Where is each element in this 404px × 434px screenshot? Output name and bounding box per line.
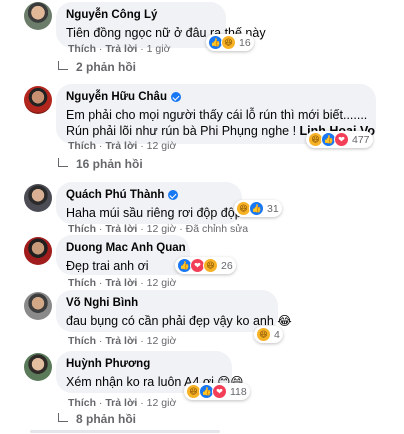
comment-text: Haha múi sầu riêng rơi độp độp... [66, 206, 253, 220]
scroll-divider [30, 430, 220, 433]
timestamp[interactable]: 1 giờ [147, 43, 171, 55]
commenter-name[interactable]: Nguyễn Công Lý [66, 8, 216, 22]
commenter-name[interactable]: Quách Phú Thành [66, 188, 232, 202]
like-link[interactable]: Thích [68, 43, 96, 55]
reaction-count: 31 [267, 202, 279, 215]
comment-text: Đẹp trai anh ơi [66, 259, 149, 273]
reaction-summary[interactable]: 😆 4 [254, 326, 283, 343]
view-replies-link[interactable]: 8 phản hồi [58, 412, 136, 426]
verified-badge-icon [170, 92, 181, 102]
avatar[interactable] [24, 353, 52, 381]
comment-actions: Thích · Trả lời · 12 giờ [68, 335, 177, 347]
like-reaction-icon: 👍 [249, 201, 264, 216]
commenter-name[interactable]: Duong Mac Anh Quan [66, 241, 186, 255]
comment-actions: Thích · Trả lời · 12 giờ · Đã chỉnh sửa [68, 223, 249, 235]
haha-reaction-icon: 😆 [221, 35, 236, 50]
comment-actions: Thích · Trả lời · 12 giờ [68, 397, 177, 409]
comment-actions: Thích · Trả lời · 12 giờ [68, 140, 177, 152]
comment-bubble: Võ Nghi Bình đau bụng có cần phải đẹp vậ… [56, 290, 292, 332]
verified-badge-icon [168, 190, 179, 200]
commenter-name[interactable]: Huỳnh Phương [66, 357, 222, 371]
like-link[interactable]: Thích [68, 335, 96, 347]
reaction-summary[interactable]: 👍 😆 16 [206, 34, 254, 51]
view-replies-link[interactable]: 16 phản hồi [58, 157, 143, 171]
avatar[interactable] [24, 292, 52, 320]
reaction-count: 477 [352, 133, 370, 146]
like-link[interactable]: Thích [68, 397, 96, 409]
reaction-count: 118 [230, 385, 247, 398]
reaction-summary[interactable]: 😆 👍 ❤ 118 [184, 383, 250, 400]
reply-link[interactable]: Trả lời [105, 140, 137, 152]
avatar[interactable] [24, 237, 52, 265]
comment-bubble: Duong Mac Anh Quan Đẹp trai anh ơi [56, 235, 190, 275]
commenter-name[interactable]: Nguyễn Hữu Châu [66, 90, 366, 104]
reply-link[interactable]: Trả lời [105, 43, 137, 55]
reply-arrow-icon [58, 157, 68, 167]
haha-reaction-icon: 😆 [203, 258, 218, 273]
edited-label[interactable]: Đã chỉnh sửa [186, 223, 248, 235]
reply-link[interactable]: Trả lời [105, 223, 137, 235]
commenter-name[interactable]: Võ Nghi Bình [66, 296, 268, 310]
comment-text: đau bụng có cần phải đẹp vậy ko anh 😂 [66, 314, 292, 328]
reaction-count: 16 [239, 36, 251, 49]
comment-text: Tiên đồng ngọc nữ ở đâu ra thế này [66, 26, 266, 40]
timestamp[interactable]: 12 giờ [147, 277, 177, 289]
like-link[interactable]: Thích [68, 277, 96, 289]
love-reaction-icon: ❤ [212, 384, 227, 399]
love-reaction-icon: ❤ [334, 132, 349, 147]
reply-link[interactable]: Trả lời [105, 277, 137, 289]
timestamp[interactable]: 12 giờ [147, 335, 177, 347]
avatar[interactable] [24, 184, 52, 212]
comment-bubble: Nguyễn Công Lý Tiên đồng ngọc nữ ở đâu r… [56, 2, 266, 48]
like-link[interactable]: Thích [68, 140, 96, 152]
avatar[interactable] [24, 86, 52, 114]
timestamp[interactable]: 12 giờ [147, 397, 177, 409]
comment-actions: Thích · Trả lời · 12 giờ [68, 277, 177, 289]
reaction-count: 26 [221, 259, 233, 272]
timestamp[interactable]: 12 giờ [147, 140, 177, 152]
reply-arrow-icon [58, 60, 68, 70]
comment-actions: Thích · Trả lời · 1 giờ [68, 43, 171, 55]
reply-arrow-icon [58, 412, 68, 422]
reaction-count: 4 [274, 328, 280, 341]
reaction-summary[interactable]: 😆 👍 ❤ 477 [306, 131, 373, 148]
comment-text: Em phải cho mọi người thấy cái lỗ rún th… [66, 108, 368, 122]
timestamp[interactable]: 12 giờ [147, 223, 177, 235]
view-replies-link[interactable]: 2 phản hồi [58, 60, 136, 74]
reply-link[interactable]: Trả lời [105, 335, 137, 347]
reply-link[interactable]: Trả lời [105, 397, 137, 409]
avatar[interactable] [24, 2, 52, 30]
like-link[interactable]: Thích [68, 223, 96, 235]
haha-reaction-icon: 😆 [256, 327, 271, 342]
reaction-summary[interactable]: 😆 👍 31 [234, 200, 282, 217]
comment-bubble: Quách Phú Thành Haha múi sầu riêng rơi đ… [56, 182, 253, 224]
reaction-summary[interactable]: 👍 ❤ 😆 26 [175, 257, 236, 274]
